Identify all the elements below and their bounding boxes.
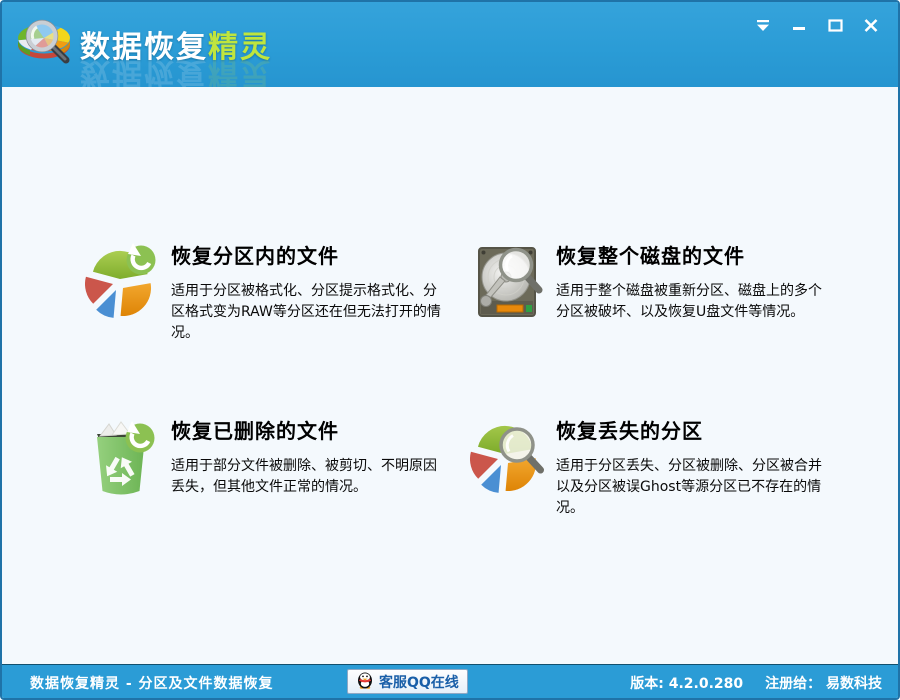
statusbar-caption: 数据恢复精灵 - 分区及文件数据恢复 bbox=[30, 676, 274, 692]
qq-button-label: 客服QQ在线 bbox=[379, 674, 459, 691]
window-controls bbox=[752, 15, 882, 35]
title-bar: 数据恢复精灵 数据恢复精灵 bbox=[2, 2, 898, 90]
app-title: 数据恢复精灵 bbox=[80, 22, 272, 66]
qq-support-button[interactable]: 客服QQ在线 bbox=[347, 669, 468, 694]
hard-disk-magnifier-icon bbox=[470, 239, 546, 325]
version-label: 版本: bbox=[630, 676, 664, 692]
option-text: 恢复分区内的文件 适用于分区被格式化、分区提示格式化、分区格式变为RAW等分区还… bbox=[171, 239, 447, 344]
app-window: 数据恢复精灵 数据恢复精灵 恢复分区内的文件 适用于分区被格式化、分区提示格式化… bbox=[0, 0, 900, 700]
registered-value: 易数科技 bbox=[826, 676, 882, 692]
minimize-icon[interactable] bbox=[788, 15, 810, 35]
registered-label: 注册给： bbox=[765, 676, 822, 692]
option-text: 恢复整个磁盘的文件 适用于整个磁盘被重新分区、磁盘上的多个分区被破坏、以及恢复U… bbox=[556, 239, 832, 325]
recycle-bin-refresh-icon bbox=[85, 414, 161, 500]
option-title: 恢复整个磁盘的文件 bbox=[556, 244, 745, 268]
option-description: 适用于整个磁盘被重新分区、磁盘上的多个分区被破坏、以及恢复U盘文件等情况。 bbox=[556, 283, 822, 320]
version-value: 4.2.0.280 bbox=[668, 676, 744, 692]
option-description: 适用于部分文件被删除、被剪切、不明原因丢失，但其他文件正常的情况。 bbox=[171, 458, 437, 495]
option-recover-disk-files[interactable]: 恢复整个磁盘的文件 适用于整个磁盘被重新分区、磁盘上的多个分区被破坏、以及恢复U… bbox=[470, 239, 842, 325]
qq-penguin-icon bbox=[356, 671, 374, 693]
option-text: 恢复已删除的文件 适用于部分文件被删除、被剪切、不明原因丢失，但其他文件正常的情… bbox=[171, 414, 447, 500]
option-recover-deleted-files[interactable]: 恢复已删除的文件 适用于部分文件被删除、被剪切、不明原因丢失，但其他文件正常的情… bbox=[85, 414, 457, 500]
option-title: 恢复分区内的文件 bbox=[171, 244, 339, 268]
statusbar-version-info: 版本: 4.2.0.280 注册给： 易数科技 bbox=[630, 673, 882, 693]
option-title: 恢复已删除的文件 bbox=[171, 419, 339, 443]
pie-chart-magnifier-icon bbox=[469, 414, 546, 500]
option-recover-lost-partitions[interactable]: 恢复丢失的分区 适用于分区丢失、分区被删除、分区被合并以及分区被误Ghost等源… bbox=[469, 414, 842, 519]
pie-chart-refresh-icon bbox=[84, 239, 161, 325]
option-recover-partition-files[interactable]: 恢复分区内的文件 适用于分区被格式化、分区提示格式化、分区格式变为RAW等分区还… bbox=[84, 239, 457, 344]
pin-menu-icon[interactable] bbox=[752, 15, 774, 35]
option-title: 恢复丢失的分区 bbox=[556, 419, 703, 443]
option-text: 恢复丢失的分区 适用于分区丢失、分区被删除、分区被合并以及分区被误Ghost等源… bbox=[556, 414, 832, 519]
main-area: 恢复分区内的文件 适用于分区被格式化、分区提示格式化、分区格式变为RAW等分区还… bbox=[2, 87, 898, 664]
close-icon[interactable] bbox=[860, 15, 882, 35]
app-title-white: 数据恢复 bbox=[80, 30, 208, 65]
option-description: 适用于分区被格式化、分区提示格式化、分区格式变为RAW等分区还在但无法打开的情况… bbox=[171, 283, 441, 341]
option-description: 适用于分区丢失、分区被删除、分区被合并以及分区被误Ghost等源分区已不存在的情… bbox=[556, 458, 822, 516]
app-title-green: 精灵 bbox=[208, 30, 272, 65]
maximize-icon[interactable] bbox=[824, 15, 846, 35]
status-bar: 数据恢复精灵 - 分区及文件数据恢复 客服QQ在线 版本: 4.2.0.280 注… bbox=[2, 664, 898, 698]
magnifier-pie-logo-icon bbox=[14, 12, 74, 68]
